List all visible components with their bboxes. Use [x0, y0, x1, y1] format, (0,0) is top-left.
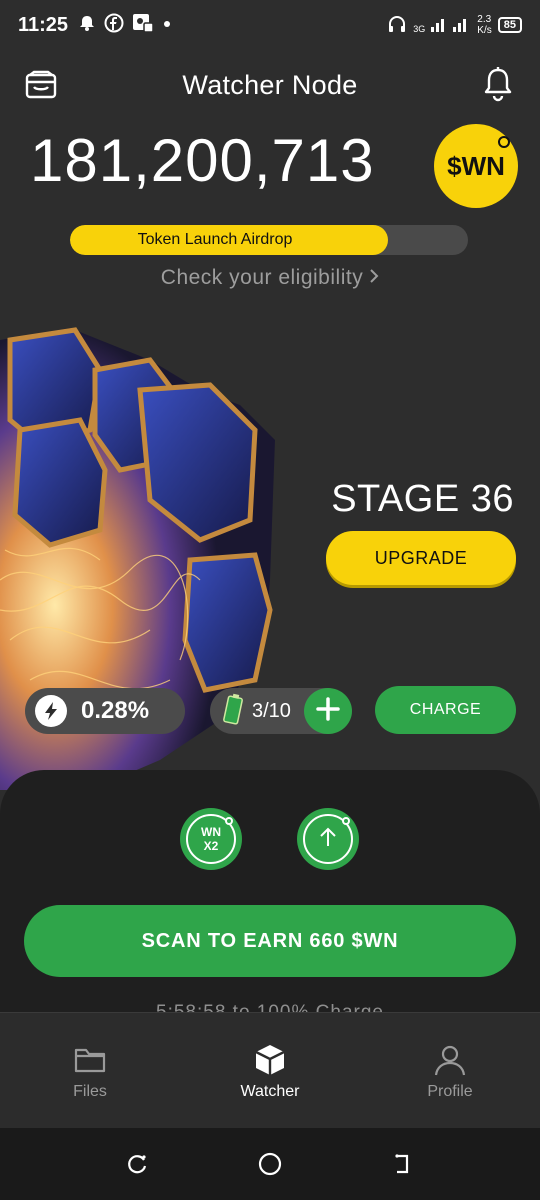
upgrade-boost-button[interactable]	[297, 808, 359, 870]
signal-icon	[431, 16, 471, 35]
eligibility-text: Check your eligibility	[160, 266, 364, 289]
home-icon[interactable]	[255, 1149, 285, 1179]
network-type: 3G	[413, 24, 426, 34]
airdrop-progress-bar[interactable]: Token Launch Airdrop	[70, 225, 468, 255]
alarm-bell-icon	[78, 14, 96, 37]
plus-icon	[315, 696, 341, 727]
wn-x2-boost-button[interactable]: WN X2	[180, 808, 242, 870]
upgrade-button[interactable]: UPGRADE	[326, 531, 516, 585]
nav-item-files[interactable]: Files	[0, 1013, 180, 1128]
token-coin-badge: $WN	[434, 124, 518, 208]
person-icon	[433, 1043, 467, 1077]
recent-apps-icon[interactable]	[122, 1149, 152, 1179]
nav-label-watcher: Watcher	[240, 1083, 300, 1100]
charge-button[interactable]: CHARGE	[375, 686, 516, 734]
nav-label-profile: Profile	[427, 1083, 473, 1100]
headphones-icon	[387, 15, 407, 36]
mining-rate-value: 0.28%	[81, 697, 150, 724]
lightning-bolt-icon	[35, 695, 67, 727]
status-bar: 11:25 3G 2.3 K/s 85	[0, 0, 540, 50]
app-header: Watcher Node	[0, 50, 540, 120]
photo-app-icon	[132, 13, 154, 38]
nav-label-files: Files	[73, 1083, 107, 1100]
nav-item-watcher[interactable]: Watcher	[180, 1013, 360, 1128]
speed-unit: K/s	[477, 25, 492, 36]
network-speed: 2.3 K/s	[477, 14, 491, 36]
notification-bell-icon[interactable]	[482, 66, 514, 102]
boost-dot	[225, 817, 233, 825]
battery-indicator: 85	[497, 17, 522, 33]
cube-icon	[253, 1043, 287, 1077]
battery-count: 3/10	[252, 699, 291, 722]
folder-icon	[73, 1043, 107, 1077]
airdrop-label: Token Launch Airdrop	[137, 231, 293, 248]
system-navigation-bar	[0, 1128, 540, 1200]
bottom-navigation: Files Watcher Profile	[0, 1012, 540, 1128]
chevron-right-icon	[369, 266, 379, 290]
mining-rate-pill: 0.28%	[25, 688, 185, 734]
battery-icon	[222, 693, 244, 730]
scan-to-earn-button[interactable]: SCAN TO EARN 660 $WN	[24, 905, 516, 977]
dot-icon	[162, 16, 172, 34]
facebook-icon	[104, 13, 124, 38]
stage-label: STAGE 36	[331, 478, 514, 520]
balance-amount: 181,200,713	[30, 127, 375, 194]
eligibility-link[interactable]: Check your eligibility	[0, 266, 540, 290]
status-right: 3G 2.3 K/s 85	[387, 14, 522, 36]
scan-panel: WN X2 SCAN TO EARN 660 $WN 5:58:58 to 10…	[0, 770, 540, 1015]
page-title: Watcher Node	[182, 69, 358, 100]
status-time: 11:25	[18, 13, 69, 36]
status-notification-icons	[78, 13, 172, 38]
add-battery-button[interactable]	[304, 688, 352, 734]
back-icon[interactable]	[388, 1149, 418, 1179]
speed-value: 2.3	[477, 14, 492, 25]
nav-item-profile[interactable]: Profile	[360, 1013, 540, 1128]
wallet-icon[interactable]	[24, 68, 58, 102]
boost-dot	[342, 817, 350, 825]
